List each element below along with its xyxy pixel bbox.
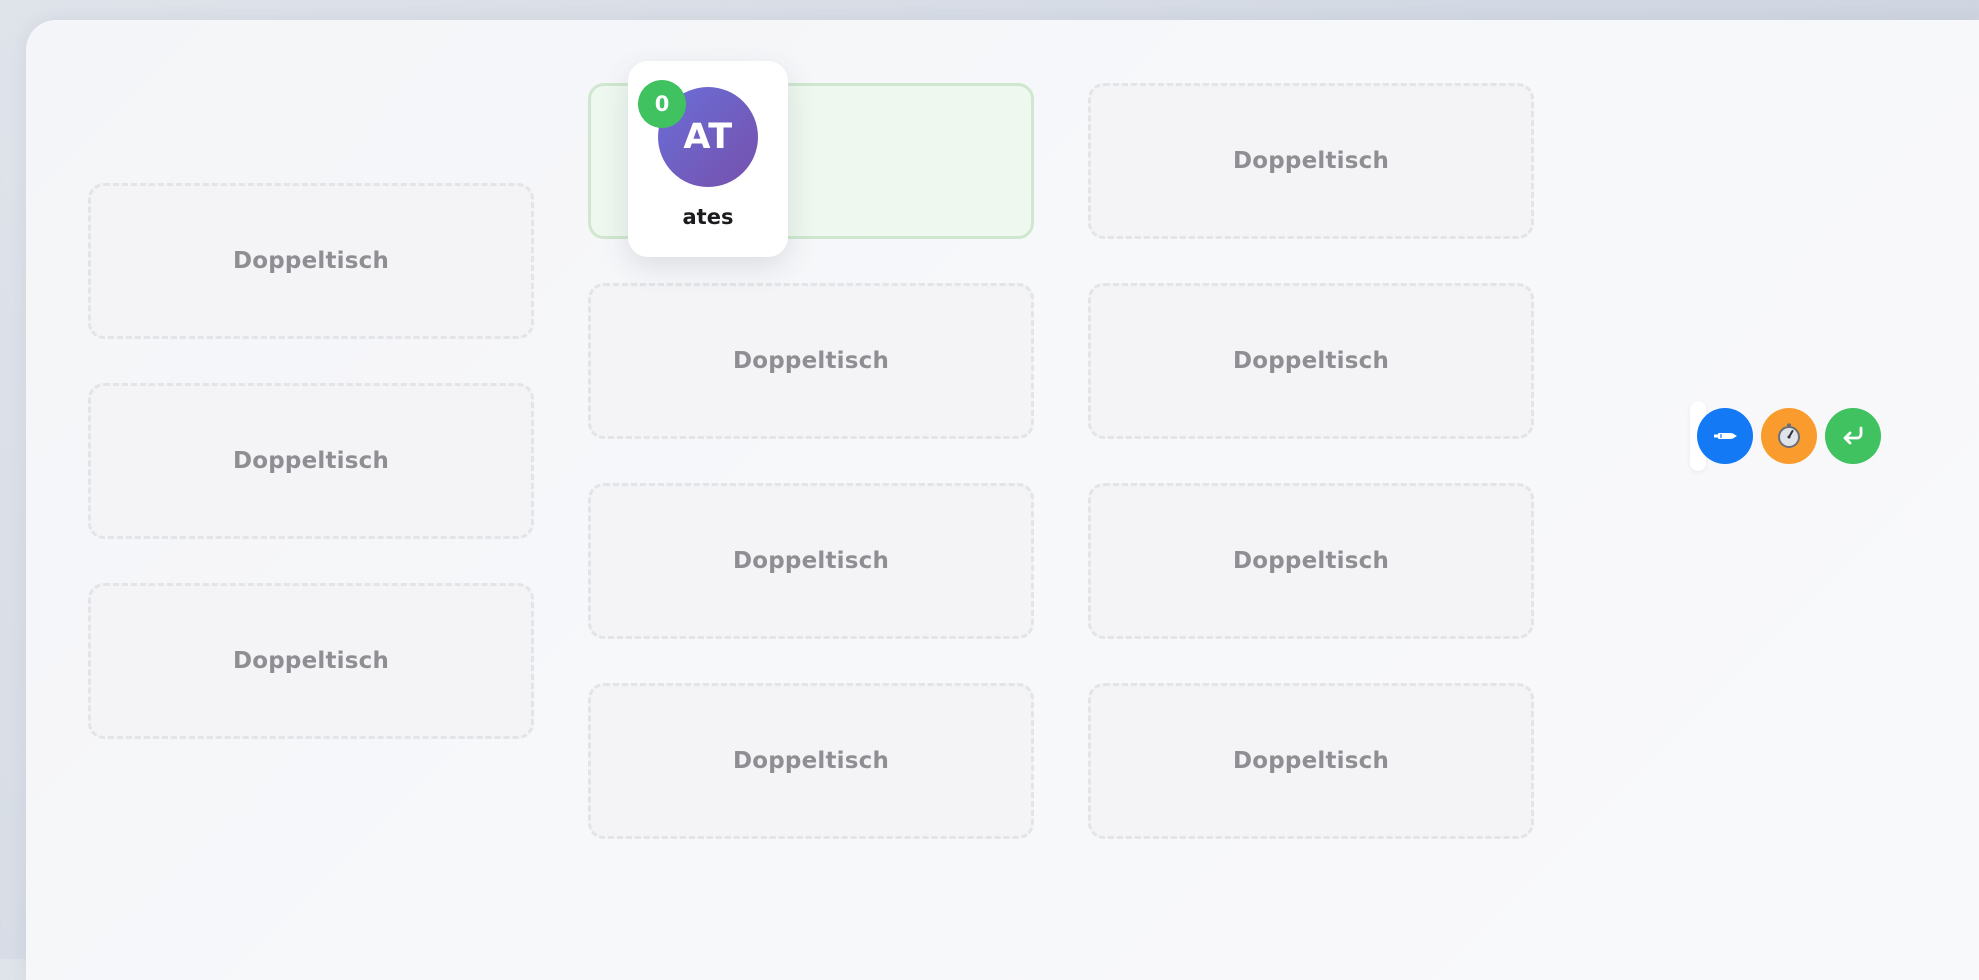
- seat-right-3[interactable]: Doppeltisch: [1088, 483, 1534, 639]
- seat-label: Doppeltisch: [732, 348, 890, 374]
- seat-right-2[interactable]: Doppeltisch: [1088, 283, 1534, 439]
- seat-label: Doppeltisch: [232, 448, 390, 474]
- return-arrow-icon: [1841, 425, 1865, 447]
- student-card[interactable]: AT 0 ates: [628, 61, 788, 257]
- seat-label: Doppeltisch: [1232, 748, 1390, 774]
- seat-label: Doppeltisch: [1232, 348, 1390, 374]
- seat-label: Doppeltisch: [732, 548, 890, 574]
- seat-label: Doppeltisch: [232, 648, 390, 674]
- seat-right-4[interactable]: Doppeltisch: [1088, 683, 1534, 839]
- seat-right-1[interactable]: Doppeltisch: [1088, 83, 1534, 239]
- points-badge: 0: [638, 80, 686, 128]
- pen-button[interactable]: [1697, 408, 1753, 464]
- student-name: ates: [682, 205, 734, 229]
- seat-label: Doppeltisch: [232, 248, 390, 274]
- seat-label: Doppeltisch: [1232, 148, 1390, 174]
- seat-middle-3[interactable]: Doppeltisch: [588, 483, 1034, 639]
- seat-label: Doppeltisch: [732, 748, 890, 774]
- seat-label: Doppeltisch: [1232, 548, 1390, 574]
- seat-middle-4[interactable]: Doppeltisch: [588, 683, 1034, 839]
- timer-button[interactable]: [1761, 408, 1817, 464]
- return-button[interactable]: [1825, 408, 1881, 464]
- stopwatch-icon: [1777, 423, 1801, 449]
- seat-left-1[interactable]: Doppeltisch: [88, 183, 534, 339]
- seat-left-3[interactable]: Doppeltisch: [88, 583, 534, 739]
- seat-middle-2[interactable]: Doppeltisch: [588, 283, 1034, 439]
- pen-icon: [1712, 431, 1738, 441]
- seat-left-2[interactable]: Doppeltisch: [88, 383, 534, 539]
